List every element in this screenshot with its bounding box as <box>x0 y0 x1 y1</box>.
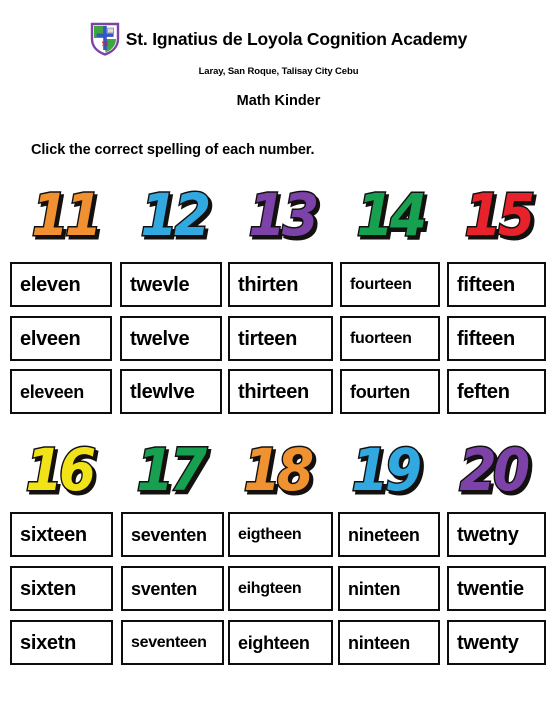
answer-option-label: seventen <box>131 524 207 545</box>
answer-option-twentie[interactable]: twentie <box>447 566 546 611</box>
answer-option-label: tlewlve <box>130 380 195 403</box>
answer-choice-row: elveen twelve tirteen fuorteen fifteen <box>0 316 557 363</box>
answer-option-twevle[interactable]: twevle <box>120 262 222 307</box>
answer-option-label: nineteen <box>348 524 420 545</box>
answer-option-label: eigtheen <box>238 525 302 543</box>
answer-option-label: ninten <box>348 578 401 599</box>
number-figure-15: 15 <box>463 181 536 252</box>
answer-option-eihgteen[interactable]: eihgteen <box>228 566 333 611</box>
answer-option-tlewlve[interactable]: tlewlve <box>120 369 222 414</box>
answer-option-fourteen[interactable]: fourteen <box>340 262 440 307</box>
answer-option-label: seventeen <box>131 633 207 651</box>
school-address: Laray, San Roque, Talisay City Cebu <box>198 66 359 77</box>
answer-option-label: sixetn <box>20 631 77 654</box>
svg-text:SI: SI <box>101 40 108 48</box>
answer-option-label: thirten <box>238 273 299 296</box>
answer-option-sventen[interactable]: sventen <box>121 566 224 611</box>
answer-option-tirteen[interactable]: tirteen <box>228 316 333 361</box>
answer-option-label: ninteen <box>348 632 410 653</box>
answer-option-label: sixteen <box>20 523 87 546</box>
answer-option-label: eighteen <box>238 632 310 653</box>
number-figure-row: 16 17 18 19 20 <box>0 436 557 507</box>
instruction-text: Click the correct spelling of each numbe… <box>31 142 315 158</box>
answer-option-nineteen[interactable]: nineteen <box>338 512 440 557</box>
number-figure-12: 12 <box>139 181 212 252</box>
number-figure-20: 20 <box>458 436 531 507</box>
answer-option-twetny[interactable]: twetny <box>447 512 546 557</box>
answer-option-sixetn[interactable]: sixetn <box>10 620 113 665</box>
answer-option-eigtheen[interactable]: eigtheen <box>228 512 333 557</box>
answer-option-fifteen[interactable]: fifteen <box>447 262 546 307</box>
answer-option-label: fourten <box>350 381 410 402</box>
answer-option-label: twevle <box>130 273 190 296</box>
number-figure-19: 19 <box>350 436 423 507</box>
number-figure-row: 11 12 13 14 15 <box>0 181 557 252</box>
answer-option-label: feften <box>457 380 510 403</box>
answer-option-fifteen[interactable]: fifteen <box>447 316 546 361</box>
answer-option-label: twelve <box>130 327 190 350</box>
answer-option-label: eleven <box>20 273 81 296</box>
school-shield-crest-icon: SI <box>90 22 119 56</box>
answer-option-feften[interactable]: feften <box>447 369 546 414</box>
answer-option-twelve[interactable]: twelve <box>120 316 222 361</box>
answer-option-twenty[interactable]: twenty <box>447 620 546 665</box>
answer-option-fourten[interactable]: fourten <box>340 369 440 414</box>
answer-option-sixten[interactable]: sixten <box>10 566 113 611</box>
answer-choice-row: sixten sventen eihgteen ninten twentie <box>0 566 557 613</box>
answer-choice-row: sixteen seventen eigtheen nineteen twetny <box>0 512 557 559</box>
answer-option-eighteen[interactable]: eighteen <box>228 620 333 665</box>
answer-choice-row: sixetn seventeen eighteen ninteen twenty <box>0 620 557 667</box>
answer-option-ninten[interactable]: ninten <box>338 566 440 611</box>
number-figure-16: 16 <box>24 436 97 507</box>
answer-option-thirten[interactable]: thirten <box>228 262 333 307</box>
answer-option-seventeen[interactable]: seventeen <box>121 620 224 665</box>
answer-option-eleveen[interactable]: eleveen <box>10 369 112 414</box>
answer-option-label: twetny <box>457 523 519 546</box>
answer-option-label: tirteen <box>238 327 298 350</box>
answer-option-fuorteen[interactable]: fuorteen <box>340 316 440 361</box>
answer-choice-row: eleven twevle thirten fourteen fifteen <box>0 262 557 309</box>
answer-option-sixteen[interactable]: sixteen <box>10 512 113 557</box>
answer-option-label: elveen <box>20 327 81 350</box>
answer-option-ninteen[interactable]: ninteen <box>338 620 440 665</box>
answer-choice-row: eleveen tlewlve thirteen fourten feften <box>0 369 557 416</box>
school-name: St. Ignatius de Loyola Cognition Academy <box>125 29 468 50</box>
answer-option-label: fourteen <box>350 275 412 293</box>
answer-option-label: thirteen <box>238 380 309 403</box>
answer-option-label: twentie <box>457 577 524 600</box>
answer-option-label: fifteen <box>457 327 515 350</box>
answer-option-label: fifteen <box>457 273 515 296</box>
number-figure-17: 17 <box>135 436 208 507</box>
answer-option-label: eleveen <box>20 381 84 402</box>
subject-title: Math Kinder <box>236 93 321 109</box>
number-figure-11: 11 <box>30 181 103 252</box>
answer-option-label: fuorteen <box>350 329 412 347</box>
answer-option-label: eihgteen <box>238 579 302 597</box>
answer-option-seventen[interactable]: seventen <box>121 512 224 557</box>
school-identity: SI St. Ignatius de Loyola Cognition Acad… <box>90 22 467 58</box>
answer-option-label: sixten <box>20 577 77 600</box>
page-header: SI St. Ignatius de Loyola Cognition Acad… <box>0 22 557 109</box>
number-figure-14: 14 <box>355 181 428 252</box>
answer-option-eleven[interactable]: eleven <box>10 262 112 307</box>
answer-option-label: twenty <box>457 631 519 654</box>
answer-option-thirteen[interactable]: thirteen <box>228 369 333 414</box>
number-figure-18: 18 <box>242 436 315 507</box>
answer-option-label: sventen <box>131 578 197 599</box>
number-figure-13: 13 <box>247 181 320 252</box>
answer-option-elveen[interactable]: elveen <box>10 316 112 361</box>
